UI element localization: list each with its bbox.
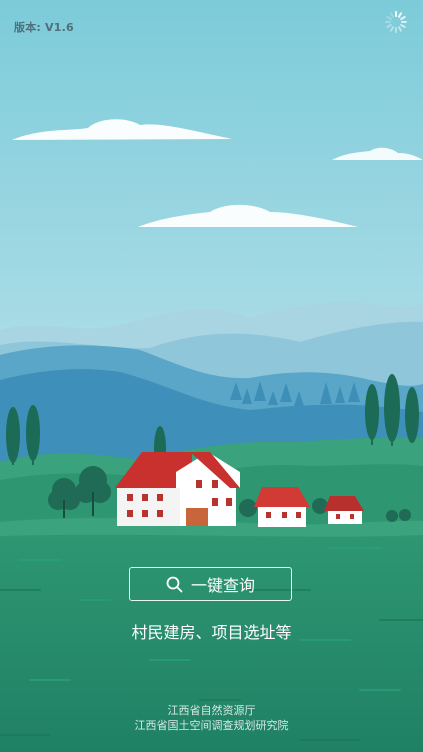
org-name-2: 江西省国土空间调查规划研究院 bbox=[134, 719, 289, 732]
spinner-icon bbox=[385, 11, 407, 33]
search-icon bbox=[166, 576, 183, 592]
big-house bbox=[115, 452, 240, 526]
version-label: 版本: V1.6 bbox=[14, 21, 74, 34]
subtitle: 村民建房、项目选址等 bbox=[131, 623, 292, 642]
org-name-1: 江西省自然资源厅 bbox=[167, 704, 256, 717]
query-button-label: 一键查询 bbox=[190, 576, 255, 595]
one-click-query-button[interactable]: 一键查询 bbox=[129, 567, 292, 601]
